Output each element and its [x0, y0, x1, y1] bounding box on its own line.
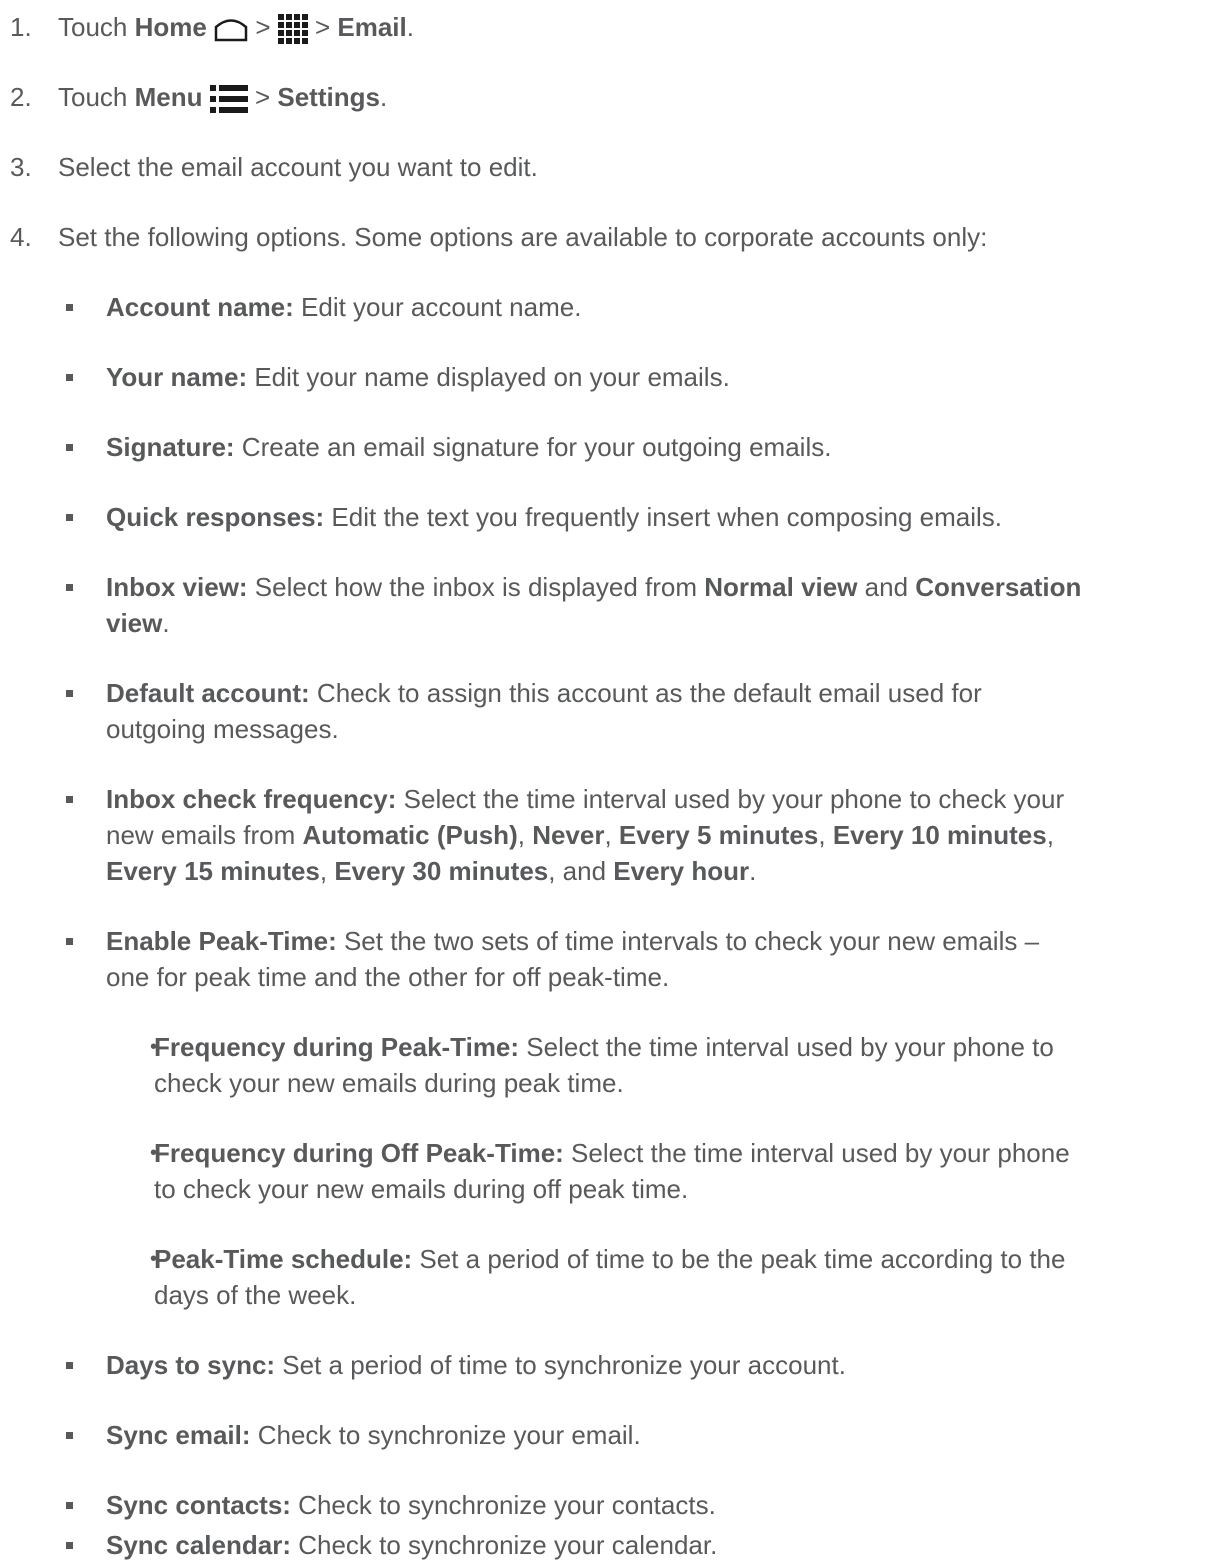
- bullet: [66, 514, 73, 521]
- bullet: [66, 1542, 73, 1549]
- bullet: [66, 690, 73, 697]
- step-text: Touch Menu > Settings.: [58, 82, 388, 114]
- step-text: Select the email account you want to edi…: [58, 152, 538, 182]
- step-number: 1.: [10, 12, 32, 42]
- step-text: Touch Home > > Email.: [58, 10, 414, 45]
- apps-grid-icon: [277, 14, 308, 45]
- bullet: [66, 444, 73, 451]
- step-number: 2.: [10, 82, 32, 112]
- home-outline-icon: [214, 19, 248, 42]
- step-number: 3.: [10, 152, 32, 182]
- step-text: Set the following options. Some options …: [58, 222, 988, 252]
- bullet: [66, 1432, 73, 1439]
- menu-list-icon: [209, 85, 248, 114]
- bullet: [66, 938, 73, 945]
- bullet: [66, 304, 73, 311]
- bullet: [66, 796, 73, 803]
- bullet: [66, 1362, 73, 1369]
- step-number: 4.: [10, 222, 32, 252]
- bullet: [66, 374, 73, 381]
- bullet: [66, 584, 73, 591]
- bullet: [66, 1502, 73, 1509]
- document-page: 1. Touch Home > > Email. 2. Touch Menu >…: [10, 10, 1082, 1560]
